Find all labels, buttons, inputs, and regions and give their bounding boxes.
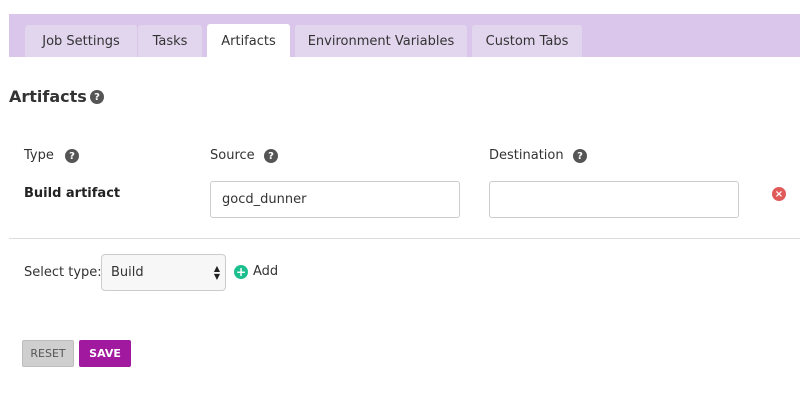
save-button[interactable]: SAVE xyxy=(79,340,131,367)
source-input[interactable] xyxy=(210,181,460,218)
artifact-type-select[interactable]: Build ▲ ▼ xyxy=(101,254,226,291)
add-label: Add xyxy=(253,264,279,279)
divider xyxy=(9,238,800,239)
help-icon[interactable]: ? xyxy=(65,149,79,163)
tab-artifacts[interactable]: Artifacts xyxy=(207,24,290,58)
tab-tasks[interactable]: Tasks xyxy=(138,25,202,57)
help-icon[interactable]: ? xyxy=(264,149,278,163)
select-arrows-icon: ▲ ▼ xyxy=(213,264,220,281)
artifact-type-label: Build artifact xyxy=(24,186,121,201)
add-artifact-button[interactable]: + Add xyxy=(234,264,278,279)
tab-bar: Job Settings Tasks Artifacts Environment… xyxy=(9,14,800,58)
plus-icon: + xyxy=(234,264,248,279)
tab-job-settings[interactable]: Job Settings xyxy=(25,25,137,57)
column-header-type: Type xyxy=(24,148,54,163)
tab-environment-variables[interactable]: Environment Variables xyxy=(295,25,467,57)
help-icon[interactable]: ? xyxy=(90,90,104,104)
help-icon[interactable]: ? xyxy=(573,149,587,163)
column-header-destination: Destination xyxy=(489,148,564,163)
select-type-label: Select type: xyxy=(24,265,102,280)
remove-artifact-icon[interactable]: × xyxy=(772,187,786,201)
tab-custom-tabs[interactable]: Custom Tabs xyxy=(472,25,582,57)
reset-button[interactable]: RESET xyxy=(22,340,74,367)
column-header-source: Source xyxy=(210,148,255,163)
select-value: Build xyxy=(111,265,144,280)
page-title: Artifacts xyxy=(9,87,87,106)
destination-input[interactable] xyxy=(489,181,739,218)
